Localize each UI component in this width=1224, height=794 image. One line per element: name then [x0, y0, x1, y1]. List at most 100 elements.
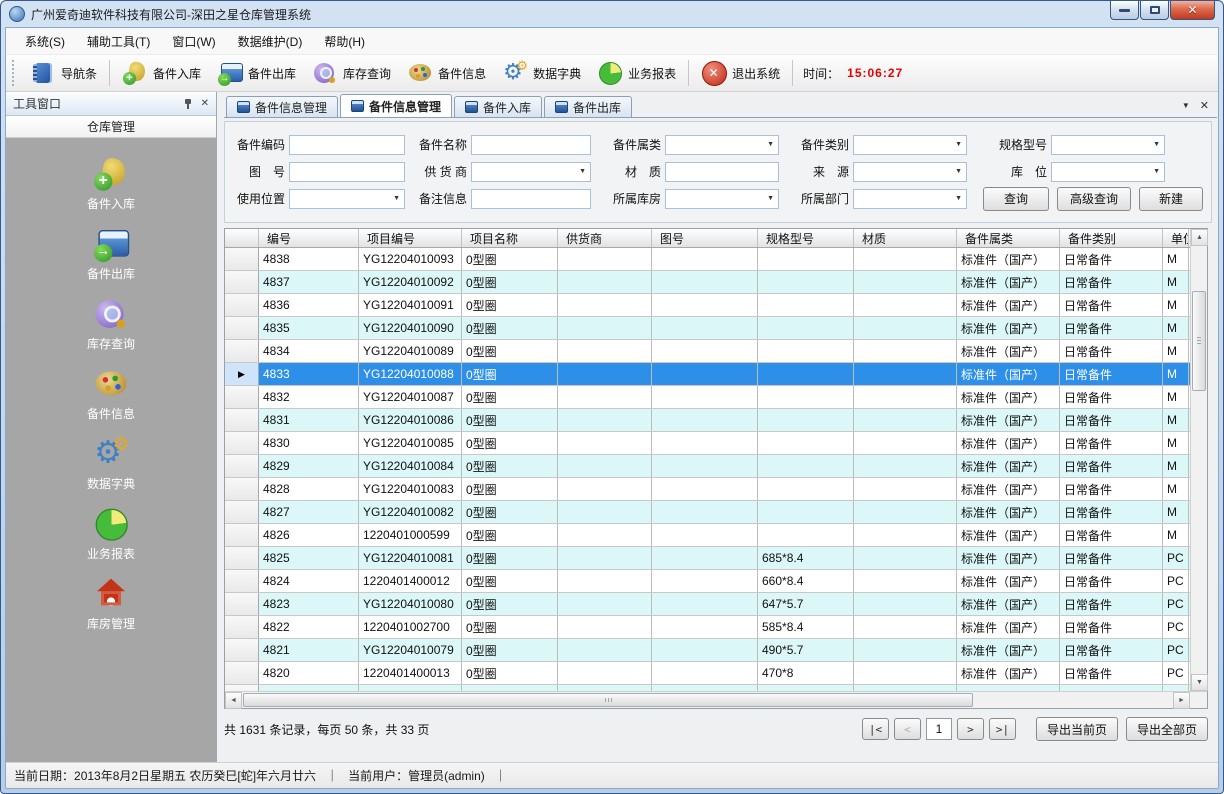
toolbar-button-inventory-query[interactable]: 库存查询 [304, 58, 399, 88]
row-selector[interactable] [225, 248, 259, 270]
column-header-4[interactable]: 供货商 [558, 229, 652, 247]
maximize-button[interactable] [1140, 1, 1169, 20]
vertical-scroll-thumb[interactable] [1192, 291, 1206, 391]
table-row[interactable]: 4830YG122040100850型圈标准件（国产）日常备件M [225, 432, 1190, 455]
table-row[interactable]: 4825YG122040100810型圈685*8.4标准件（国产）日常备件PC [225, 547, 1190, 570]
sidebar-item-parts-info[interactable]: 备件信息 [87, 364, 135, 422]
table-row[interactable]: 482212204010027000型圈585*8.4标准件（国产）日常备件PC [225, 616, 1190, 639]
new-button[interactable]: 新建 [1139, 187, 1203, 211]
row-selector[interactable] [225, 386, 259, 408]
row-selector[interactable] [225, 570, 259, 592]
row-selector[interactable] [225, 409, 259, 431]
row-selector[interactable] [225, 432, 259, 454]
table-row[interactable]: 4835YG122040100900型圈标准件（国产）日常备件M [225, 317, 1190, 340]
form-select[interactable] [853, 135, 967, 155]
form-select[interactable] [853, 162, 967, 182]
menu-item[interactable]: 系统(S) [14, 29, 76, 54]
sidebar-item-stock-in[interactable]: 备件入库 [87, 154, 135, 212]
table-row[interactable]: 482612204010005990型圈标准件（国产）日常备件M [225, 524, 1190, 547]
export-current-page-button[interactable]: 导出当前页 [1036, 717, 1118, 741]
page-number-input[interactable]: 1 [926, 718, 952, 740]
row-selector[interactable]: ▶ [225, 363, 259, 385]
vertical-scrollbar[interactable]: ▲ ▼ [1190, 229, 1207, 691]
sidebar-item-inventory-query[interactable]: 库存查询 [87, 294, 135, 352]
table-row[interactable]: 4838YG122040100930型圈标准件（国产）日常备件M [225, 248, 1190, 271]
form-select[interactable] [853, 189, 967, 209]
table-row[interactable]: 4821YG122040100790型圈490*5.7标准件（国产）日常备件PC [225, 639, 1190, 662]
scroll-right-icon[interactable]: ► [1173, 692, 1190, 709]
first-page-button[interactable]: |< [862, 718, 889, 740]
table-row[interactable]: 4837YG122040100920型圈标准件（国产）日常备件M [225, 271, 1190, 294]
table-row[interactable]: 4836YG122040100910型圈标准件（国产）日常备件M [225, 294, 1190, 317]
pin-icon[interactable] [183, 98, 193, 110]
row-selector[interactable] [225, 340, 259, 362]
table-row[interactable]: 482012204014000130型圈470*8标准件（国产）日常备件PC [225, 662, 1190, 685]
horizontal-scroll-thumb[interactable] [243, 693, 973, 707]
form-select[interactable] [665, 189, 779, 209]
last-page-button[interactable]: >| [989, 718, 1016, 740]
column-header[interactable] [225, 229, 259, 247]
row-selector[interactable] [225, 478, 259, 500]
sidebar-item-stock-out[interactable]: 备件出库 [87, 224, 135, 282]
column-header-3[interactable]: 项目名称 [462, 229, 558, 247]
menu-item[interactable]: 帮助(H) [313, 29, 376, 54]
row-selector[interactable] [225, 294, 259, 316]
form-input[interactable] [665, 162, 779, 182]
form-select[interactable] [1051, 135, 1165, 155]
table-row[interactable]: 4834YG122040100890型圈标准件（国产）日常备件M [225, 340, 1190, 363]
scroll-down-icon[interactable]: ▼ [1191, 674, 1208, 691]
query-button[interactable]: 查询 [983, 187, 1049, 211]
close-button[interactable]: ✕ [1170, 1, 1215, 20]
column-header-10[interactable]: 单位 [1163, 229, 1189, 247]
toolbar-button-stock-in[interactable]: 备件入库 [114, 58, 209, 88]
advanced-query-button[interactable]: 高级查询 [1057, 187, 1131, 211]
form-input[interactable] [471, 135, 591, 155]
form-select[interactable] [665, 135, 779, 155]
sidebar-item-warehouse-manage[interactable]: 库房管理 [87, 574, 135, 632]
row-selector[interactable] [225, 639, 259, 661]
export-all-pages-button[interactable]: 导出全部页 [1126, 717, 1208, 741]
toolbar-button-nav-book[interactable]: 导航条 [22, 58, 105, 88]
table-row[interactable]: 4832YG122040100870型圈标准件（国产）日常备件M [225, 386, 1190, 409]
table-row[interactable]: 4829YG122040100840型圈标准件（国产）日常备件M [225, 455, 1190, 478]
tab-list-dropdown-icon[interactable]: ▼ [1182, 101, 1190, 110]
toolbar-button-business-report[interactable]: 业务报表 [589, 58, 684, 88]
toolbar-grip[interactable] [12, 60, 17, 86]
sidebar-close-icon[interactable]: ✕ [201, 99, 209, 109]
form-select[interactable] [289, 189, 405, 209]
sidebar-group-title[interactable]: 仓库管理 [6, 116, 216, 138]
column-header-6[interactable]: 规格型号 [758, 229, 854, 247]
column-header-9[interactable]: 备件类别 [1060, 229, 1163, 247]
row-selector[interactable] [225, 616, 259, 638]
column-header-8[interactable]: 备件属类 [957, 229, 1060, 247]
table-row[interactable]: 4828YG122040100830型圈标准件（国产）日常备件M [225, 478, 1190, 501]
next-page-button[interactable]: > [957, 718, 984, 740]
table-row[interactable]: 4823YG122040100800型圈647*5.7标准件（国产）日常备件PC [225, 593, 1190, 616]
menu-item[interactable]: 辅助工具(T) [76, 29, 161, 54]
toolbar-button-exit-system[interactable]: 退出系统 [693, 58, 788, 88]
form-select[interactable] [471, 162, 591, 182]
scroll-up-icon[interactable]: ▲ [1191, 229, 1208, 246]
table-row[interactable]: 4827YG122040100820型圈标准件（国产）日常备件M [225, 501, 1190, 524]
column-header-1[interactable]: 编号 [259, 229, 359, 247]
row-selector[interactable] [225, 501, 259, 523]
minimize-button[interactable] [1110, 1, 1139, 20]
table-row[interactable]: ▶4833YG122040100880型圈标准件（国产）日常备件M [225, 363, 1190, 386]
form-input[interactable] [289, 162, 405, 182]
toolbar-button-stock-out[interactable]: 备件出库 [209, 58, 304, 88]
tab-1-active[interactable]: 备件信息管理 [340, 94, 452, 117]
form-input[interactable] [471, 189, 591, 209]
row-selector[interactable] [225, 455, 259, 477]
row-selector[interactable] [225, 271, 259, 293]
form-select[interactable] [1051, 162, 1165, 182]
row-selector[interactable] [225, 662, 259, 684]
menu-item[interactable]: 窗口(W) [161, 29, 226, 54]
menu-item[interactable]: 数据维护(D) [227, 29, 314, 54]
toolbar-button-data-dict[interactable]: 数据字典 [494, 58, 589, 88]
row-selector[interactable] [225, 547, 259, 569]
form-input[interactable] [289, 135, 405, 155]
sidebar-item-data-dict[interactable]: 数据字典 [87, 434, 135, 492]
column-header-2[interactable]: 项目编号 [359, 229, 462, 247]
table-row[interactable]: 482412204014000120型圈660*8.4标准件（国产）日常备件PC [225, 570, 1190, 593]
table-row[interactable]: 4831YG122040100860型圈标准件（国产）日常备件M [225, 409, 1190, 432]
